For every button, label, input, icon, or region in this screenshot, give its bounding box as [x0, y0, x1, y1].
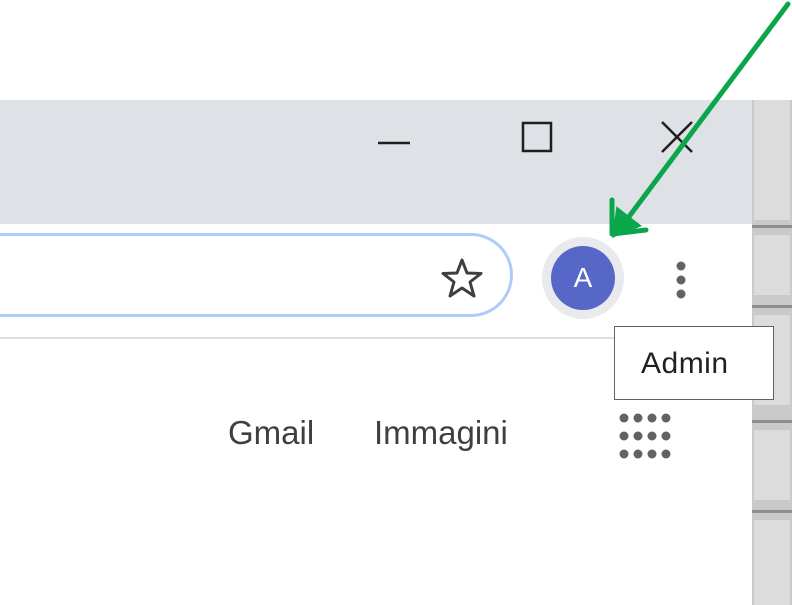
gmail-link[interactable]: Gmail	[228, 414, 314, 452]
edge-panel	[754, 100, 790, 220]
bookmark-star-icon[interactable]	[438, 254, 486, 302]
edge-panel	[754, 235, 790, 295]
maximize-button[interactable]	[502, 100, 572, 180]
tooltip-text: Admin	[641, 347, 729, 380]
edge-divider	[752, 510, 792, 513]
apps-grid-icon[interactable]	[614, 408, 674, 468]
profile-avatar[interactable]: A	[551, 246, 615, 310]
edge-divider	[752, 420, 792, 423]
close-button[interactable]	[644, 100, 714, 180]
edge-panel	[754, 430, 790, 500]
images-link[interactable]: Immagini	[374, 414, 508, 452]
edge-divider	[752, 305, 792, 308]
vertical-dots-icon[interactable]	[670, 258, 692, 306]
address-bar[interactable]	[0, 233, 513, 317]
edge-panel	[754, 520, 790, 605]
background-area	[0, 0, 792, 100]
profile-tooltip: Admin	[614, 326, 774, 400]
edge-divider	[752, 225, 792, 228]
minimize-icon	[378, 141, 410, 145]
maximize-icon	[521, 121, 553, 153]
browser-toolbar: A	[0, 224, 752, 339]
screenshot-stage: A Admin Gmail Immagini	[0, 0, 792, 605]
minimize-button[interactable]	[360, 100, 430, 180]
close-icon	[661, 121, 693, 153]
